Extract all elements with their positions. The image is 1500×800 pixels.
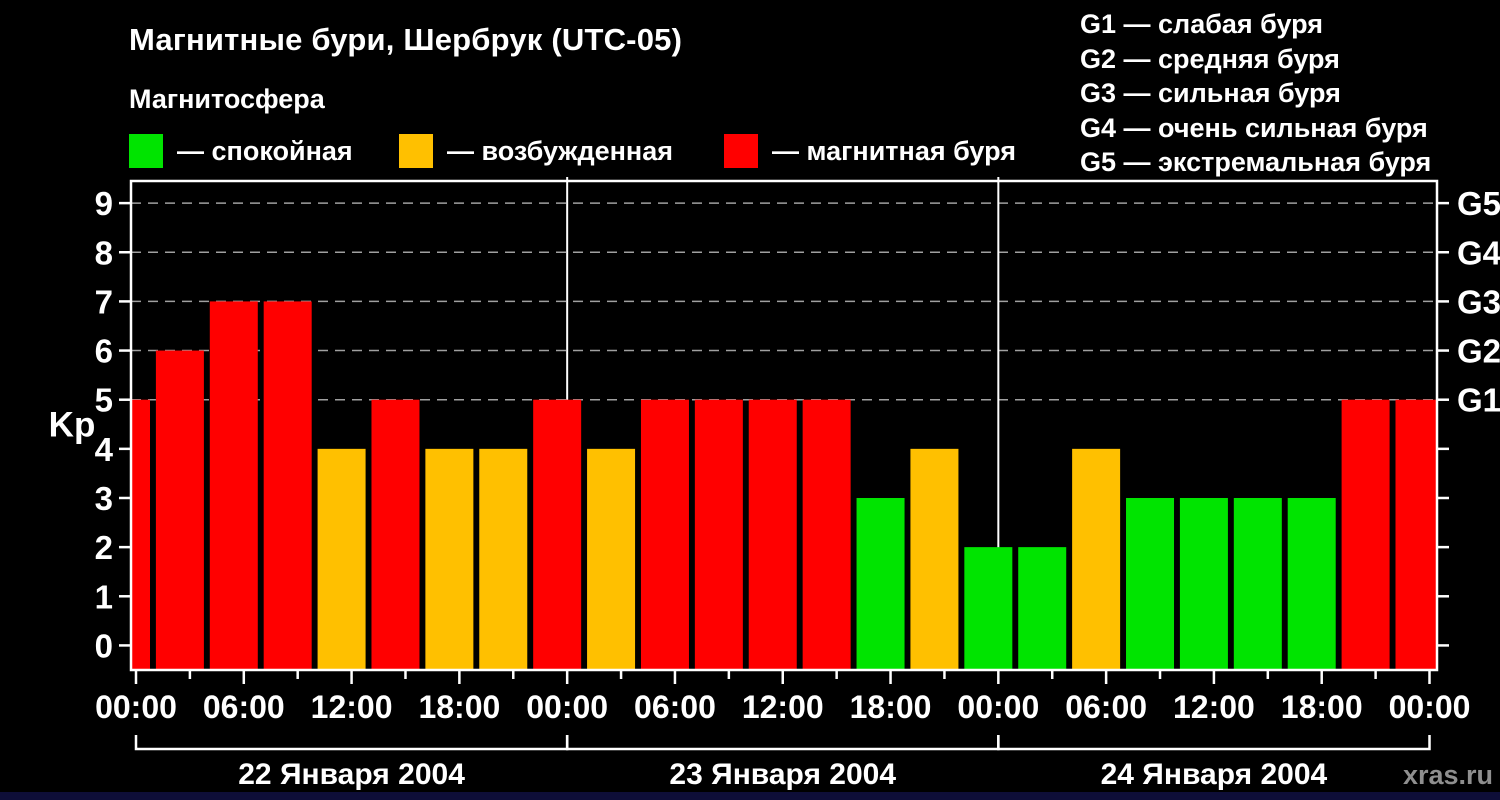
- g-scale-label-g3: G3: [1457, 283, 1500, 320]
- kp-bar-h54: [1072, 449, 1120, 670]
- x-tick-label-h24: 00:00: [526, 689, 608, 725]
- magnetic-storms-chart: Магнитные бури, Шербрук (UTC-05) Магнито…: [0, 0, 1500, 800]
- y-tick-label-1: 1: [95, 578, 113, 615]
- y-tick-label-5: 5: [95, 382, 113, 419]
- date-label-1: 22 Января 2004: [238, 758, 465, 791]
- x-tick-label-h36: 12:00: [742, 689, 824, 725]
- x-tick-label-h60: 12:00: [1173, 689, 1255, 725]
- x-tick-label-h0: 00:00: [95, 689, 177, 725]
- kp-bar-h69: [1342, 400, 1390, 670]
- g-scale-label-g4: G4: [1457, 234, 1500, 271]
- watermark: xras.ru: [1403, 760, 1493, 790]
- g-scale-label-g1: G1: [1457, 382, 1500, 419]
- kp-bar-h3: [156, 351, 204, 670]
- kp-bar-h24: [533, 400, 581, 670]
- g-scale-label-g2: G2: [1457, 333, 1500, 370]
- kp-bar-h12: [318, 449, 366, 670]
- kp-bar-h60: [1180, 498, 1228, 670]
- x-tick-label-h18: 18:00: [418, 689, 500, 725]
- y-tick-label-2: 2: [95, 529, 113, 566]
- day-bracket-2: [567, 735, 998, 749]
- y-tick-label-8: 8: [95, 234, 113, 271]
- kp-bar-chart: 0 1 2 3 4 5 6 7 8 9 G1 G2 G3 G4 G5 00:00 06:00 12:00 18:00…: [0, 0, 1500, 800]
- y-tick-label-9: 9: [95, 185, 113, 222]
- kp-bar-h57: [1126, 498, 1174, 670]
- x-tick-label-h42: 18:00: [850, 689, 932, 725]
- x-tick-label-h6: 06:00: [203, 689, 285, 725]
- kp-bar-h18: [425, 449, 473, 670]
- kp-bar-h48: [964, 547, 1012, 670]
- x-tick-label-h72: 00:00: [1389, 689, 1471, 725]
- x-tick-label-h30: 06:00: [634, 689, 716, 725]
- kp-bar-h27: [587, 449, 635, 670]
- y-tick-label-7: 7: [95, 283, 113, 320]
- kp-bar-h36: [749, 400, 797, 670]
- date-label-2: 23 Января 2004: [669, 758, 896, 791]
- day-bracket-1: [136, 735, 567, 749]
- day-bracket-3: [998, 735, 1429, 749]
- g-scale-label-g5: G5: [1457, 185, 1500, 222]
- kp-bar-h33: [695, 400, 743, 670]
- y-tick-label-4: 4: [95, 431, 114, 468]
- x-tick-label-h54: 06:00: [1065, 689, 1147, 725]
- y-axis-label-kp: Kp: [49, 405, 96, 444]
- kp-bars: [102, 301, 1444, 670]
- date-label-3: 24 Января 2004: [1101, 758, 1328, 791]
- kp-bar-h63: [1234, 498, 1282, 670]
- kp-bar-h42: [857, 498, 905, 670]
- x-tick-label-h66: 18:00: [1281, 689, 1363, 725]
- x-tick-label-h48: 00:00: [957, 689, 1039, 725]
- bottom-strip: [0, 792, 1500, 800]
- y-tick-label-6: 6: [95, 333, 113, 370]
- kp-bar-h6: [210, 301, 258, 670]
- kp-bar-h15: [371, 400, 419, 670]
- y-tick-label-3: 3: [95, 480, 113, 517]
- kp-bar-h45: [910, 449, 958, 670]
- kp-bar-h30: [641, 400, 689, 670]
- kp-bar-h21: [479, 449, 527, 670]
- kp-bar-h9: [264, 301, 312, 670]
- y-tick-label-0: 0: [95, 627, 113, 664]
- x-tick-label-h12: 12:00: [311, 689, 393, 725]
- kp-bar-h39: [803, 400, 851, 670]
- kp-bar-h51: [1018, 547, 1066, 670]
- kp-bar-h66: [1288, 498, 1336, 670]
